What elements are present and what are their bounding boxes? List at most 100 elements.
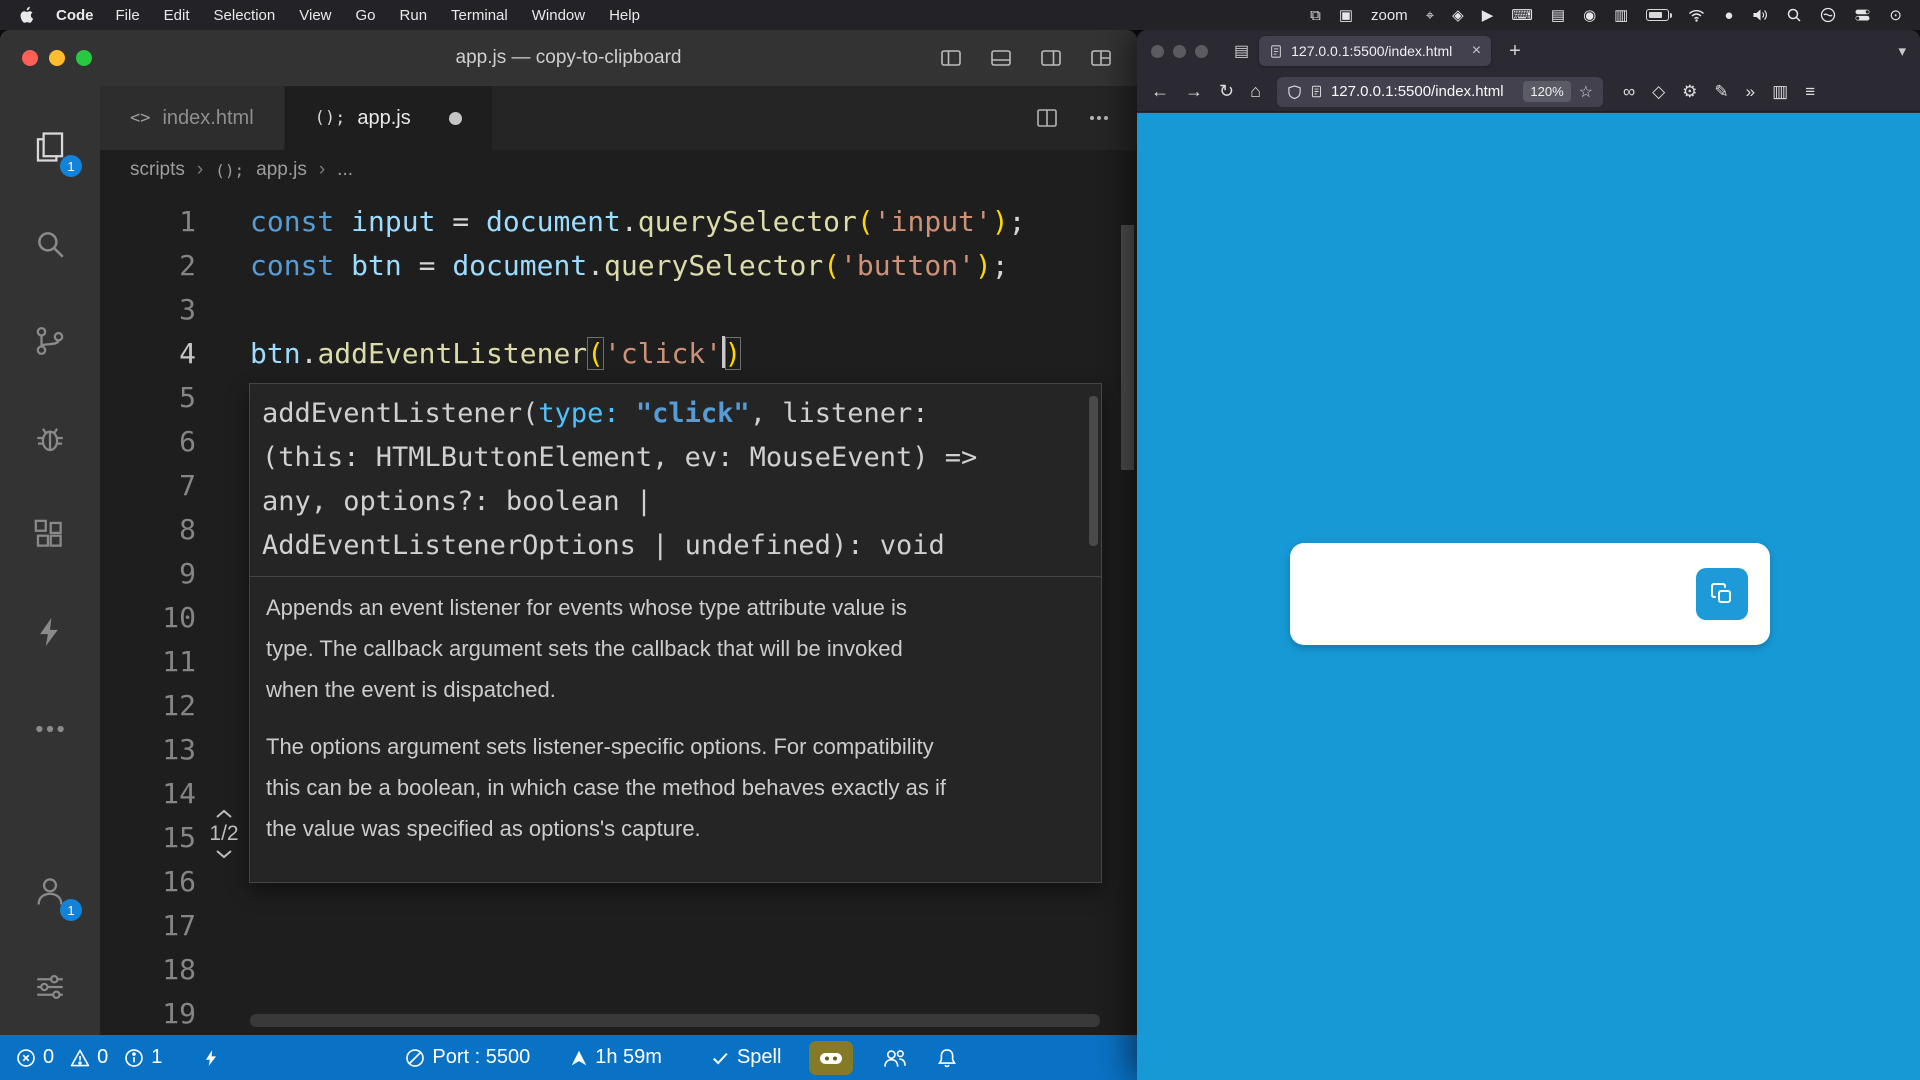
browser-tab[interactable]: 127.0.0.1:5500/index.html × [1259, 36, 1491, 66]
page-info-icon[interactable] [1310, 84, 1323, 99]
menu-terminal[interactable]: Terminal [451, 7, 508, 24]
accounts-icon[interactable]: 1 [0, 843, 100, 939]
breadcrumb-symbol[interactable]: ... [337, 159, 353, 181]
thunder-client-icon[interactable] [0, 583, 100, 680]
apple-menu-icon[interactable] [18, 6, 34, 24]
text-input[interactable] [1310, 561, 1660, 627]
breadcrumb-folder[interactable]: scripts [130, 159, 185, 181]
record-dot-icon[interactable]: ● [1724, 7, 1733, 24]
spell-checker[interactable]: Spell [710, 1046, 781, 1069]
volume-icon[interactable] [1751, 7, 1768, 23]
code-line-3[interactable] [250, 288, 1107, 332]
copy-button[interactable] [1696, 568, 1748, 620]
previous-overload-icon[interactable] [215, 808, 233, 820]
play-icon[interactable]: ▶ [1482, 6, 1494, 24]
accounts-status[interactable] [883, 1047, 907, 1069]
screen-mirroring-icon[interactable]: ⧉ [1310, 7, 1321, 24]
code-line-2[interactable]: const btn = document.querySelector('butt… [250, 244, 1107, 288]
line-number-16[interactable]: 16 [100, 860, 220, 904]
line-number-7[interactable]: 7 [100, 464, 220, 508]
code-line-1[interactable]: const input = document.querySelector('in… [250, 200, 1107, 244]
line-number-5[interactable]: 5 [100, 376, 220, 420]
vscode-title-bar[interactable]: app.js — copy-to-clipboard [0, 30, 1137, 86]
clipboard-icon[interactable]: ▤ [1551, 6, 1565, 24]
breadcrumb[interactable]: scripts › (); app.js › ... [100, 150, 1137, 190]
split-editor-icon[interactable] [1035, 106, 1059, 130]
address-bar[interactable]: 127.0.0.1:5500/index.html 120% ☆ [1277, 77, 1603, 107]
editor-scrollbar[interactable] [1117, 190, 1137, 1035]
video-camera-icon[interactable]: ▣ [1339, 6, 1353, 24]
code-line-4[interactable]: btn.addEventListener('click') [250, 332, 1107, 376]
warnings-indicator[interactable]: 0 [70, 1046, 108, 1069]
app-menu-icon[interactable]: ≡ [1805, 82, 1815, 102]
menu-go[interactable]: Go [356, 7, 376, 24]
tools-icon[interactable]: ⚙ [1682, 82, 1697, 102]
errors-indicator[interactable]: 0 [16, 1046, 54, 1069]
line-number-8[interactable]: 8 [100, 508, 220, 552]
battery-icon[interactable] [1646, 9, 1669, 21]
line-number-6[interactable]: 6 [100, 420, 220, 464]
unsaved-changes-dot[interactable] [449, 112, 462, 125]
line-number-19[interactable]: 19 [100, 992, 220, 1035]
line-number-17[interactable]: 17 [100, 904, 220, 948]
bookmark-star-icon[interactable]: ☆ [1579, 82, 1593, 102]
menu-view[interactable]: View [299, 7, 331, 24]
menu-file[interactable]: File [116, 7, 140, 24]
app-menu-code[interactable]: Code [56, 7, 94, 24]
line-number-2[interactable]: 2 [100, 244, 220, 288]
code-line-17[interactable] [250, 904, 1107, 948]
wifi-icon[interactable] [1687, 7, 1706, 23]
next-overload-icon[interactable] [215, 848, 233, 860]
close-tab-icon[interactable]: × [1472, 42, 1481, 60]
spotlight-icon[interactable] [1786, 7, 1802, 23]
minimize-window-button[interactable] [49, 50, 65, 66]
menu-window[interactable]: Window [532, 7, 585, 24]
edit-icon[interactable]: ✎ [1714, 82, 1728, 102]
extensions-icon[interactable] [0, 486, 100, 583]
password-manager-icon[interactable]: ∞ [1623, 82, 1635, 102]
lightning-indicator[interactable] [202, 1048, 220, 1068]
maximize-window-button[interactable] [1195, 45, 1208, 58]
overflow-menu-icon[interactable]: » [1746, 82, 1755, 102]
zoom-level-badge[interactable]: 120% [1523, 81, 1570, 102]
search-icon[interactable] [0, 195, 100, 292]
close-window-button[interactable] [22, 50, 38, 66]
editor-horizontal-scrollbar[interactable] [250, 1014, 1100, 1027]
clock-icon[interactable]: ⊙ [1889, 6, 1902, 24]
code-editor[interactable]: 12345678910111213141516171819 const inpu… [100, 190, 1137, 1035]
line-number-13[interactable]: 13 [100, 728, 220, 772]
live-server-port[interactable]: Port : 5500 [405, 1046, 530, 1069]
line-number-9[interactable]: 9 [100, 552, 220, 596]
tab-index-html[interactable]: <> index.html [100, 86, 285, 150]
mouse-icon[interactable]: ⌖ [1426, 7, 1434, 24]
popup-scrollbar[interactable] [1089, 396, 1098, 546]
close-window-button[interactable] [1151, 45, 1164, 58]
line-number-3[interactable]: 3 [100, 288, 220, 332]
url-text[interactable]: 127.0.0.1:5500/index.html [1331, 83, 1515, 100]
menu-edit[interactable]: Edit [164, 7, 190, 24]
scrollbar-thumb[interactable] [1121, 225, 1134, 470]
toggle-sidebar-icon[interactable] [939, 46, 963, 70]
sidebar-icon[interactable]: ▥ [1772, 82, 1788, 102]
firefox-view-icon[interactable]: ▤ [1234, 41, 1249, 61]
shield-icon[interactable]: ◈ [1452, 6, 1464, 24]
control-center-icon[interactable] [1854, 7, 1871, 23]
minimize-window-button[interactable] [1173, 45, 1186, 58]
settings-icon[interactable] [0, 939, 100, 1035]
zoom-label[interactable]: zoom [1371, 7, 1408, 24]
maximize-window-button[interactable] [76, 50, 92, 66]
window-manager-icon[interactable]: ▥ [1614, 6, 1628, 24]
notifications[interactable] [937, 1047, 957, 1069]
line-number-4[interactable]: 4 [100, 332, 220, 376]
toggle-secondary-sidebar-icon[interactable] [1039, 46, 1063, 70]
editor-more-actions-icon[interactable] [1087, 106, 1111, 130]
code-line-18[interactable] [250, 948, 1107, 992]
keyboard-icon[interactable]: ⌨ [1511, 6, 1533, 24]
new-tab-button[interactable]: + [1509, 40, 1521, 63]
breadcrumb-file[interactable]: app.js [256, 159, 307, 181]
line-number-10[interactable]: 10 [100, 596, 220, 640]
tab-app-js[interactable]: (); app.js [285, 86, 492, 150]
siri-icon[interactable] [1820, 7, 1836, 23]
line-number-12[interactable]: 12 [100, 684, 220, 728]
menu-help[interactable]: Help [609, 7, 640, 24]
